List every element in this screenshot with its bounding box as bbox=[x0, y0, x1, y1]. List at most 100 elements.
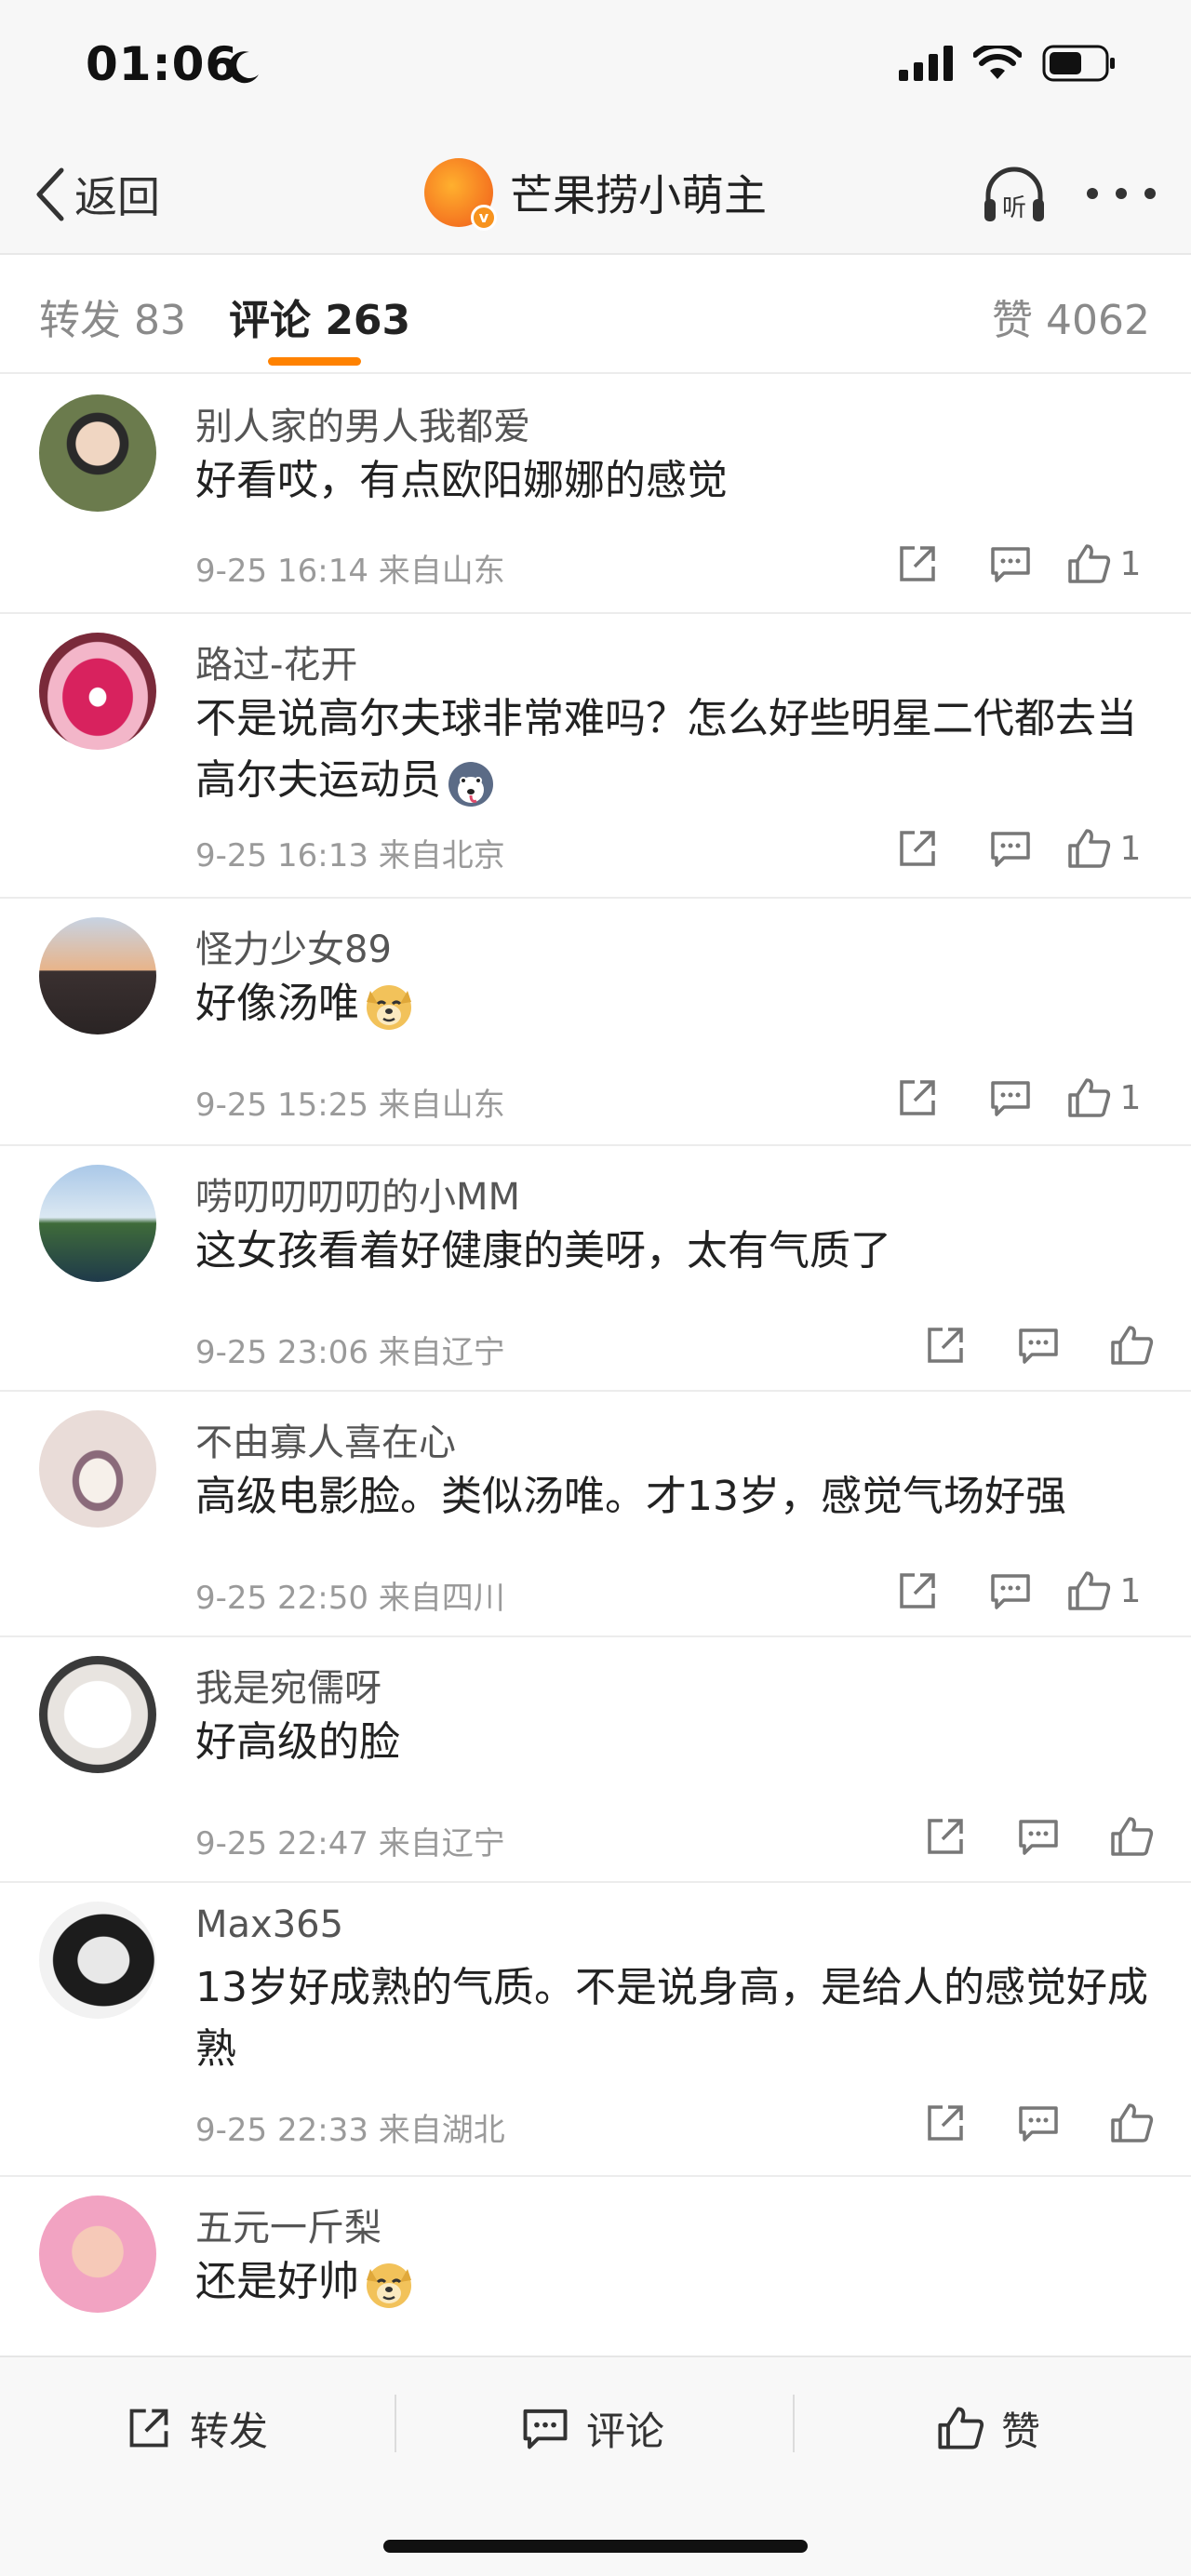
chevron-left-icon bbox=[36, 167, 64, 221]
comment-item: 别人家的男人我都爱 好看哎，有点欧阳娜娜的感觉 9-25 16:14 来自山东 … bbox=[0, 376, 1191, 614]
tabs-bar: 转发 83 评论 263 赞 4062 bbox=[0, 257, 1191, 374]
listen-label: 听 bbox=[1002, 194, 1026, 222]
comment-meta: 9-25 16:14 来自山东 bbox=[195, 553, 505, 590]
bottom-like-button[interactable]: 赞 bbox=[936, 2391, 1040, 2465]
repost-button[interactable] bbox=[871, 821, 964, 876]
avatar[interactable] bbox=[39, 394, 156, 512]
reply-button[interactable] bbox=[964, 821, 1057, 876]
tab-likes[interactable]: 赞 4062 bbox=[992, 287, 1150, 346]
comment-actions: 1 bbox=[871, 821, 1150, 876]
like-button[interactable]: 1 bbox=[1057, 1070, 1150, 1126]
avatar[interactable] bbox=[39, 1410, 156, 1528]
husky-emoji-icon bbox=[448, 762, 493, 807]
comment-username[interactable]: Max365 bbox=[195, 1903, 343, 1946]
repost-button[interactable] bbox=[899, 1809, 992, 1864]
like-count: 1 bbox=[1119, 829, 1142, 868]
comment-username[interactable]: 我是宛儒呀 bbox=[195, 1658, 381, 1712]
more-dot-icon bbox=[1144, 188, 1156, 199]
comment-meta: 9-25 22:33 来自湖北 bbox=[195, 2112, 505, 2149]
comment-text-content: 还是好帅 bbox=[195, 2258, 359, 2305]
comment-username[interactable]: 不由寡人喜在心 bbox=[195, 1412, 456, 1466]
bottom-comment-label: 评论 bbox=[586, 2408, 665, 2454]
thumbs-up-icon bbox=[1067, 829, 1110, 868]
more-dot-icon bbox=[1087, 188, 1098, 199]
nav-profile[interactable]: v 芒果捞小萌主 bbox=[424, 158, 767, 231]
share-icon bbox=[129, 2409, 168, 2448]
avatar[interactable] bbox=[39, 1656, 156, 1773]
comment-text: 还是好帅 bbox=[195, 2251, 1154, 2313]
avatar[interactable] bbox=[39, 633, 156, 750]
status-indicators bbox=[899, 45, 1117, 82]
like-button[interactable] bbox=[1085, 1809, 1178, 1864]
tab-active-indicator bbox=[268, 357, 361, 366]
repost-button[interactable] bbox=[871, 536, 964, 592]
like-button[interactable]: 1 bbox=[1057, 536, 1150, 592]
avatar[interactable] bbox=[39, 1902, 156, 2019]
thumbs-up-icon bbox=[1067, 544, 1110, 583]
like-button[interactable]: 1 bbox=[1057, 1563, 1150, 1619]
comment-meta: 9-25 23:06 来自辽宁 bbox=[195, 1334, 505, 1371]
nav-avatar[interactable]: v bbox=[424, 158, 497, 231]
reply-button[interactable] bbox=[992, 1809, 1085, 1864]
reply-button[interactable] bbox=[964, 1070, 1057, 1126]
divider bbox=[395, 2395, 396, 2452]
more-button[interactable] bbox=[1087, 177, 1156, 210]
comment-actions bbox=[899, 1809, 1178, 1864]
avatar[interactable] bbox=[39, 1165, 156, 1282]
comment-username[interactable]: 路过-花开 bbox=[195, 634, 357, 688]
tab-reposts[interactable]: 转发 83 bbox=[39, 287, 186, 346]
comment-item: 我是宛儒呀 好高级的脸 9-25 22:47 来自辽宁 bbox=[0, 1637, 1191, 1883]
status-time: 01:06 bbox=[86, 37, 239, 91]
reply-button[interactable] bbox=[992, 2095, 1085, 2151]
share-icon bbox=[928, 1819, 963, 1854]
comment-username[interactable]: 怪力少女89 bbox=[195, 919, 392, 973]
share-icon bbox=[928, 1328, 963, 1363]
thumbs-up-icon bbox=[1111, 2103, 1154, 2142]
comment-item: 怪力少女89 好像汤唯 9-25 15:25 来自山东 1 bbox=[0, 899, 1191, 1146]
share-icon bbox=[928, 2105, 963, 2141]
like-count: 1 bbox=[1119, 1078, 1142, 1117]
wifi-icon bbox=[973, 46, 1022, 79]
battery-icon bbox=[1042, 45, 1115, 82]
avatar[interactable] bbox=[39, 2196, 156, 2313]
status-bar: 01:06 bbox=[0, 0, 1191, 140]
comment-icon bbox=[991, 832, 1030, 867]
comment-item: 路过-花开 不是说高尔夫球非常难吗？怎么好些明星二代都去当高尔夫运动员 9-25… bbox=[0, 614, 1191, 899]
comment-text: 13岁好成熟的气质。不是说身高，是给人的感觉好成熟 bbox=[195, 1964, 1148, 2073]
verified-badge: v bbox=[471, 205, 497, 231]
like-button[interactable]: 1 bbox=[1057, 821, 1150, 876]
repost-button[interactable] bbox=[871, 1563, 964, 1619]
avatar[interactable] bbox=[39, 917, 156, 1034]
thumbs-up-icon bbox=[1111, 1817, 1154, 1856]
home-indicator[interactable] bbox=[383, 2540, 808, 2553]
repost-button[interactable] bbox=[899, 2095, 992, 2151]
comment-text: 高级电影脸。类似汤唯。才13岁，感觉气场好强 bbox=[195, 1473, 1066, 1520]
comment-username[interactable]: 唠叨叨叨叨的小MM bbox=[195, 1167, 520, 1221]
comment-meta: 9-25 15:25 来自山东 bbox=[195, 1087, 505, 1124]
bottom-repost-button[interactable]: 转发 bbox=[125, 2391, 268, 2465]
nav-bar: 返回 v 芒果捞小萌主 听 bbox=[0, 140, 1191, 255]
repost-button[interactable] bbox=[871, 1070, 964, 1126]
comment-item: 五元一斤梨 还是好帅 bbox=[0, 2177, 1191, 2348]
reply-button[interactable] bbox=[964, 1563, 1057, 1619]
repost-button[interactable] bbox=[899, 1317, 992, 1373]
thumbs-up-icon bbox=[938, 2407, 984, 2449]
comment-actions: 1 bbox=[871, 1563, 1150, 1619]
tab-comments[interactable]: 评论 263 bbox=[229, 287, 410, 346]
comment-actions bbox=[899, 2095, 1178, 2151]
comment-username[interactable]: 别人家的男人我都爱 bbox=[195, 396, 530, 450]
reply-button[interactable] bbox=[992, 1317, 1085, 1373]
comment-icon bbox=[991, 1081, 1030, 1116]
like-button[interactable] bbox=[1085, 2095, 1178, 2151]
thumbs-up-icon bbox=[1067, 1078, 1110, 1117]
comment-item: 不由寡人喜在心 高级电影脸。类似汤唯。才13岁，感觉气场好强 9-25 22:5… bbox=[0, 1392, 1191, 1637]
bottom-comment-button[interactable]: 评论 bbox=[521, 2391, 664, 2465]
back-button[interactable]: 返回 bbox=[33, 164, 160, 225]
comment-username[interactable]: 五元一斤梨 bbox=[195, 2197, 381, 2251]
headphones-icon[interactable]: 听 bbox=[979, 160, 1050, 231]
more-dot-icon bbox=[1116, 188, 1127, 199]
like-button[interactable] bbox=[1085, 1317, 1178, 1373]
reply-button[interactable] bbox=[964, 536, 1057, 592]
like-count: 1 bbox=[1119, 544, 1142, 583]
comment-actions: 1 bbox=[871, 536, 1150, 592]
